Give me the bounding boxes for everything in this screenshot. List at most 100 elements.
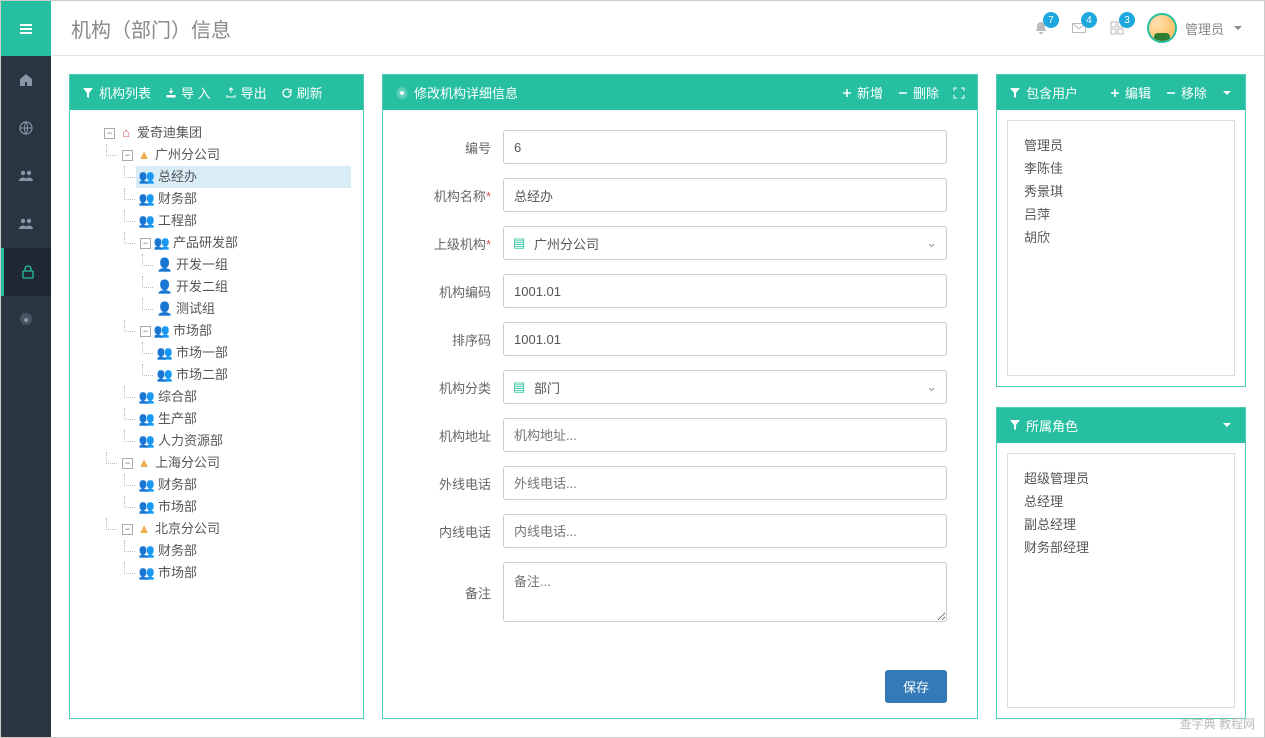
tree-node[interactable]: 👤开发一组 [154, 254, 351, 276]
tree-node[interactable]: 👥市场二部 [154, 364, 351, 386]
menu-icon [18, 21, 34, 37]
tree-node[interactable]: −👥产品研发部 [136, 232, 351, 254]
list-item[interactable]: 副总经理 [1020, 512, 1222, 535]
notifications-button[interactable]: 7 [1033, 20, 1049, 36]
group-icon: 👥 [140, 540, 154, 562]
add-button[interactable]: 新增 [841, 83, 883, 102]
tree-root[interactable]: −⌂爱奇迪集团 [100, 122, 351, 144]
tree-node[interactable]: 👥财务部 [136, 474, 351, 496]
filter-icon [1009, 87, 1021, 99]
input-code[interactable] [503, 274, 947, 308]
collapse-icon[interactable]: − [122, 524, 133, 535]
tree-node[interactable]: 👤开发二组 [154, 276, 351, 298]
collapse-icon[interactable]: − [122, 458, 133, 469]
org-tree: −⌂爱奇迪集团 −▲广州分公司 👥总经办 👥财务部 👥工程部 [70, 110, 363, 718]
chevron-down-icon [1232, 22, 1244, 34]
select-category[interactable] [503, 370, 947, 404]
tree-node[interactable]: 👥生产部 [136, 408, 351, 430]
tree-node[interactable]: 👤测试组 [154, 298, 351, 320]
nav-toggle[interactable] [1, 1, 51, 56]
tree-node[interactable]: 👥财务部 [136, 540, 351, 562]
lock-icon [20, 264, 36, 280]
label-id: 编号 [413, 138, 503, 157]
tree-node-sh[interactable]: −▲上海分公司 [118, 452, 351, 474]
input-sort[interactable] [503, 322, 947, 356]
list-item[interactable]: 秀景琪 [1020, 179, 1222, 202]
tree-node[interactable]: 👥财务部 [136, 188, 351, 210]
group-icon: 👥 [140, 430, 154, 452]
label-parent: 上级机构* [413, 234, 503, 253]
nav-users2[interactable] [1, 200, 51, 248]
list-item[interactable]: 管理员 [1020, 133, 1222, 156]
input-address[interactable] [503, 418, 947, 452]
nav-users[interactable] [1, 152, 51, 200]
minus-icon [897, 87, 909, 99]
tree-node[interactable]: 👥市场部 [136, 496, 351, 518]
collapse-icon[interactable]: − [104, 128, 115, 139]
grid-button[interactable]: 3 [1109, 20, 1125, 36]
user-menu[interactable]: 管理员 [1147, 13, 1244, 43]
tree-node[interactable]: 👥市场一部 [154, 342, 351, 364]
group-icon: 👥 [155, 232, 169, 254]
users-edit-button[interactable]: 编辑 [1109, 83, 1151, 102]
tree-node[interactable]: 👥市场部 [136, 562, 351, 584]
bell-badge: 7 [1043, 12, 1059, 28]
tree-node[interactable]: 👥综合部 [136, 386, 351, 408]
globe-icon [18, 120, 34, 136]
tree-node[interactable]: 👥人力资源部 [136, 430, 351, 452]
mail-button[interactable]: 4 [1071, 20, 1087, 36]
roles-panel-title: 所属角色 [1009, 416, 1078, 435]
list-item[interactable]: 李陈佳 [1020, 156, 1222, 179]
import-icon [165, 87, 177, 99]
nav-globe[interactable] [1, 104, 51, 152]
list-item[interactable]: 吕萍 [1020, 202, 1222, 225]
chevron-down-icon[interactable] [1221, 419, 1233, 431]
label-name: 机构名称* [413, 186, 503, 205]
export-button[interactable]: 导出 [225, 83, 267, 102]
users-remove-button[interactable]: 移除 [1165, 83, 1207, 102]
form-panel-title: 修改机构详细信息 [395, 83, 518, 102]
list-item[interactable]: 财务部经理 [1020, 535, 1222, 558]
tree-node[interactable]: 👥工程部 [136, 210, 351, 232]
person-icon: 👤 [158, 254, 172, 276]
input-id[interactable] [503, 130, 947, 164]
select-parent[interactable] [503, 226, 947, 260]
chevron-down-icon[interactable] [1221, 87, 1233, 99]
input-remark[interactable] [503, 562, 947, 622]
group-icon: 👥 [140, 408, 154, 430]
grid-badge: 3 [1119, 12, 1135, 28]
nav-settings[interactable] [1, 296, 51, 344]
list-item[interactable]: 胡欣 [1020, 225, 1222, 248]
home-icon: ⌂ [119, 122, 133, 144]
nav-lock[interactable] [1, 248, 51, 296]
import-button[interactable]: 导 入 [165, 83, 211, 102]
input-name[interactable] [503, 178, 947, 212]
list-item[interactable]: 超级管理员 [1020, 466, 1222, 489]
plus-icon [1109, 87, 1121, 99]
tree-node-gz[interactable]: −▲广州分公司 [118, 144, 351, 166]
delete-button[interactable]: 删除 [897, 83, 939, 102]
list-item[interactable]: 总经理 [1020, 489, 1222, 512]
tree-node-zjb[interactable]: 👥总经办 [136, 166, 351, 188]
collapse-icon[interactable]: − [140, 238, 151, 249]
roles-panel: 所属角色 超级管理员 总经理 副总经理 财务部经理 [996, 407, 1246, 720]
refresh-button[interactable]: 刷新 [281, 83, 323, 102]
save-button[interactable]: 保存 [885, 670, 947, 703]
group-icon: 👥 [140, 166, 154, 188]
company-icon: ▲ [137, 452, 151, 474]
person-icon: 👤 [158, 276, 172, 298]
collapse-icon[interactable]: − [122, 150, 133, 161]
input-phone-ext[interactable] [503, 466, 947, 500]
nav-home[interactable] [1, 56, 51, 104]
watermark: 查字典 教程网 [1180, 715, 1255, 732]
collapse-icon[interactable]: − [140, 326, 151, 337]
tree-node-bj[interactable]: −▲北京分公司 [118, 518, 351, 540]
input-phone-int[interactable] [503, 514, 947, 548]
label-remark: 备注 [413, 583, 503, 602]
group-icon: 👥 [140, 496, 154, 518]
person-icon: 👤 [158, 298, 172, 320]
users-icon [18, 168, 34, 184]
doc-icon: ▤ [513, 379, 525, 395]
fullscreen-button[interactable] [953, 87, 965, 99]
tree-node[interactable]: −👥市场部 [136, 320, 351, 342]
